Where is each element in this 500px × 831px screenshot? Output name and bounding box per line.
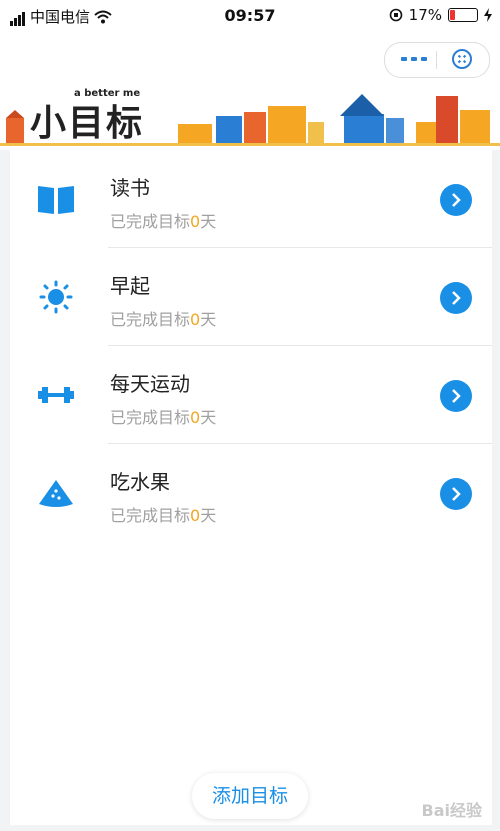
goal-item-fruit[interactable]: 吃水果 已完成目标0天 <box>10 444 492 542</box>
progress-prefix: 已完成目标 <box>110 212 191 231</box>
goal-progress-text: 已完成目标0天 <box>110 208 216 232</box>
progress-prefix: 已完成目标 <box>110 310 191 329</box>
progress-suffix: 天 <box>200 408 217 427</box>
status-bar: 中国电信 09:57 17% <box>0 0 500 32</box>
more-icon[interactable] <box>401 57 427 61</box>
capsule-divider <box>436 51 437 69</box>
goal-title: 读书 <box>110 176 150 200</box>
goal-open-button[interactable] <box>440 282 472 314</box>
progress-count: 0 <box>190 212 201 231</box>
progress-prefix: 已完成目标 <box>110 408 191 427</box>
charging-icon <box>484 8 492 22</box>
goal-progress-text: 已完成目标0天 <box>110 306 216 330</box>
chevron-right-icon <box>452 291 461 305</box>
progress-count: 0 <box>190 310 201 329</box>
progress-count: 0 <box>190 506 201 525</box>
goal-item-reading[interactable]: 读书 已完成目标0天 <box>10 150 492 248</box>
sun-icon <box>39 280 73 314</box>
mini-program-capsule <box>384 42 490 78</box>
goal-open-button[interactable] <box>440 380 472 412</box>
app-header: 小目标 a better me <box>0 32 500 150</box>
progress-suffix: 天 <box>200 212 217 231</box>
goal-title: 每天运动 <box>110 372 190 396</box>
book-icon <box>38 186 74 214</box>
goal-progress-text: 已完成目标0天 <box>110 404 216 428</box>
goal-list: 读书 已完成目标0天 早起 已完成目标0天 每天运动 已完成目标0天 吃水果 已… <box>10 150 492 825</box>
watermark: Bai经验 <box>421 801 482 820</box>
battery-icon <box>448 8 478 22</box>
close-icon[interactable] <box>451 48 473 70</box>
watermelon-icon <box>39 480 73 507</box>
progress-count: 0 <box>190 408 201 427</box>
goal-title: 早起 <box>110 274 150 298</box>
goal-item-exercise[interactable]: 每天运动 已完成目标0天 <box>10 346 492 444</box>
progress-suffix: 天 <box>200 310 217 329</box>
dumbbell-icon <box>38 387 74 403</box>
battery-percent: 17% <box>408 6 442 24</box>
goal-title: 吃水果 <box>110 470 170 494</box>
goal-item-early-rise[interactable]: 早起 已完成目标0天 <box>10 248 492 346</box>
chevron-right-icon <box>452 487 461 501</box>
progress-prefix: 已完成目标 <box>110 506 191 525</box>
add-goal-button[interactable]: 添加目标 <box>192 773 308 819</box>
rotation-lock-icon <box>389 8 402 22</box>
status-right: 17% <box>389 6 492 24</box>
goal-open-button[interactable] <box>440 478 472 510</box>
goal-open-button[interactable] <box>440 184 472 216</box>
goal-progress-text: 已完成目标0天 <box>110 502 216 526</box>
chevron-right-icon <box>452 389 461 403</box>
progress-suffix: 天 <box>200 506 217 525</box>
app-tagline: a better me <box>74 88 141 99</box>
chevron-right-icon <box>452 193 461 207</box>
app-logo: 小目标 <box>30 103 145 144</box>
